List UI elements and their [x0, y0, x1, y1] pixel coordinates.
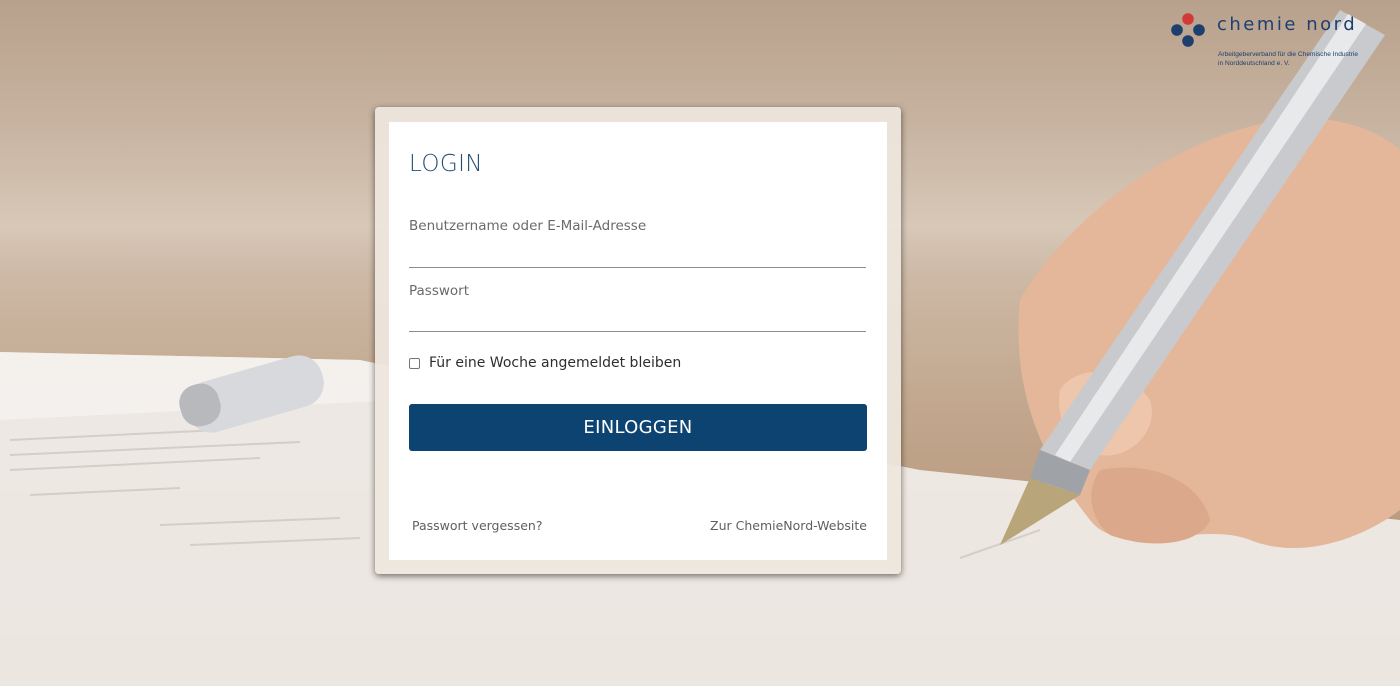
logo-subtitle: Arbeitgeberverband für die Chemische Ind…: [1218, 51, 1359, 67]
remember-me-row[interactable]: Für eine Woche angemeldet bleiben: [409, 355, 681, 371]
password-input[interactable]: [409, 305, 866, 332]
username-label: Benutzername oder E-Mail-Adresse: [409, 218, 647, 234]
password-label: Passwort: [409, 283, 470, 299]
remember-me-label[interactable]: Für eine Woche angemeldet bleiben: [429, 355, 681, 371]
login-card-frame: LOGIN Benutzername oder E-Mail-Adresse P…: [375, 107, 901, 574]
forgot-password-link[interactable]: Passwort vergessen?: [412, 518, 542, 533]
login-button[interactable]: EINLOGGEN: [409, 404, 867, 451]
username-input[interactable]: [409, 241, 866, 268]
chemie-nord-logo[interactable]: chemie nord Arbeitgeberverband für die C…: [1170, 10, 1385, 70]
login-title: LOGIN: [409, 151, 483, 177]
login-card: LOGIN Benutzername oder E-Mail-Adresse P…: [389, 122, 887, 560]
logo-mark-icon: [1171, 13, 1205, 47]
website-link[interactable]: Zur ChemieNord-Website: [710, 518, 867, 533]
remember-me-checkbox[interactable]: [409, 357, 420, 369]
logo-wordmark: chemie nord: [1217, 14, 1358, 35]
